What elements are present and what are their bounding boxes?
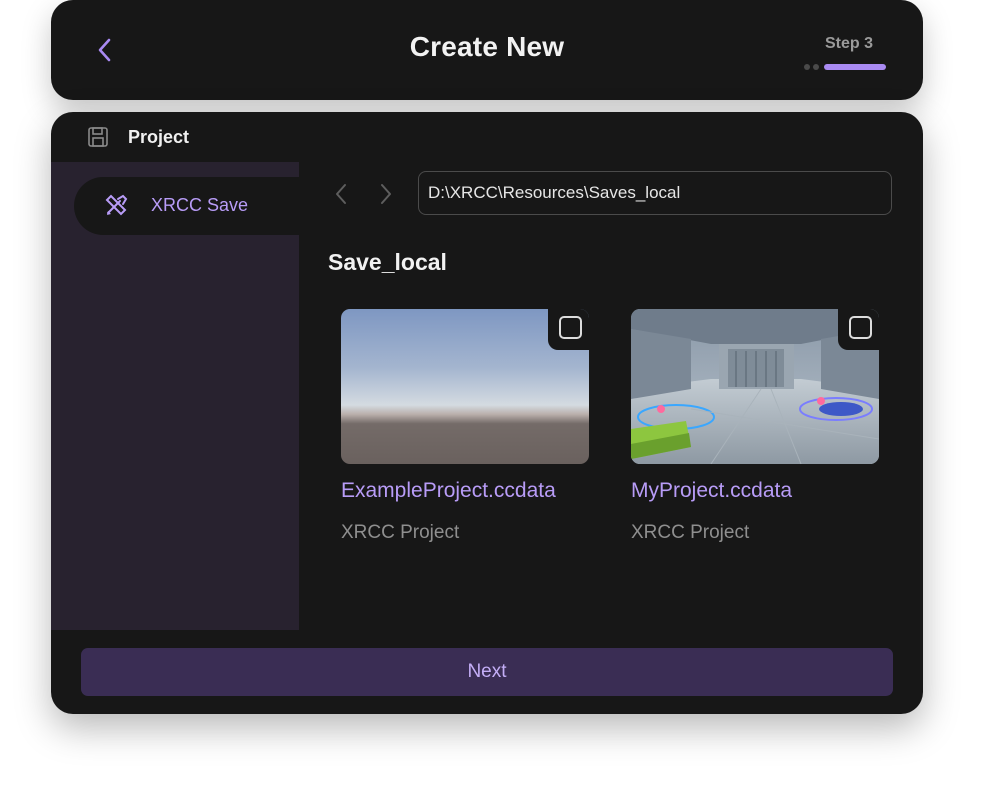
- file-name: MyProject.ccdata: [631, 479, 793, 502]
- panel-header: Project: [51, 112, 923, 162]
- select-checkbox[interactable]: [559, 316, 582, 339]
- step-label: Step 3: [824, 35, 873, 52]
- file-type: XRCC Project: [631, 522, 750, 543]
- file-name: ExampleProject.ccdata: [341, 479, 556, 502]
- next-button[interactable]: Next: [81, 648, 893, 696]
- file-type: XRCC Project: [341, 522, 460, 543]
- file-thumbnail: [631, 309, 879, 464]
- project-panel: Project XRCC Save Save_local ExampleProj…: [51, 112, 923, 714]
- file-card-my-project[interactable]: MyProject.ccdata XRCC Project: [631, 309, 879, 543]
- sidebar-item-label: XRCC Save: [151, 195, 249, 215]
- page-title: Create New: [409, 31, 565, 62]
- path-input[interactable]: [418, 171, 892, 215]
- save-icon: [88, 127, 108, 147]
- header-bar: Create New Step 3: [51, 0, 923, 100]
- tools-icon: [105, 194, 128, 216]
- nav-forward-button[interactable]: [373, 180, 399, 208]
- step-dot-current: [824, 64, 886, 70]
- step-progress: [804, 64, 886, 70]
- panel-footer: Next: [51, 630, 923, 714]
- sidebar-item-xrcc-save[interactable]: XRCC Save: [74, 177, 314, 235]
- step-dot-1: [804, 64, 810, 70]
- file-card-example-project[interactable]: ExampleProject.ccdata XRCC Project: [341, 309, 589, 543]
- nav-back-button[interactable]: [328, 180, 354, 208]
- chevron-right-icon: [381, 184, 391, 204]
- chevron-left-icon: [336, 184, 346, 204]
- panel-title: Project: [128, 127, 190, 147]
- file-thumbnail: [341, 309, 589, 464]
- folder-title: Save_local: [328, 249, 447, 275]
- step-dot-2: [813, 64, 819, 70]
- select-checkbox[interactable]: [849, 316, 872, 339]
